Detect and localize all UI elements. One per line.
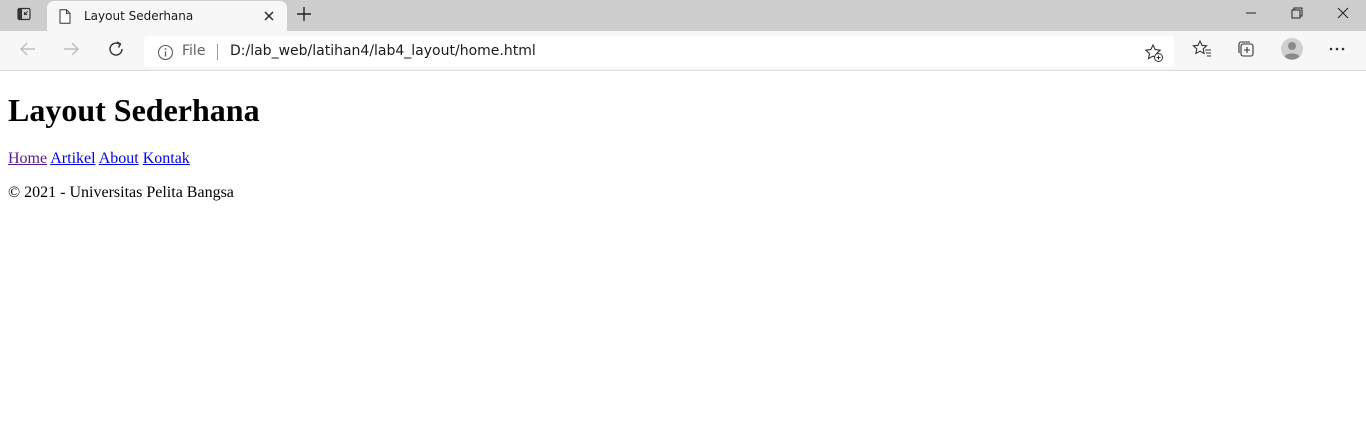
nav-link-about[interactable]: About <box>99 150 139 167</box>
site-info-label: File <box>182 43 206 59</box>
tab-actions-button[interactable] <box>8 4 40 28</box>
tab-close-icon[interactable] <box>261 8 277 24</box>
page-icon <box>57 7 73 25</box>
address-bar[interactable]: File D:/lab_web/latihan4/lab4_layout/hom… <box>144 36 1174 67</box>
address-separator <box>217 44 218 60</box>
page-content: Layout Sederhana Home Artikel About Kont… <box>0 71 1366 426</box>
tab-active[interactable]: Layout Sederhana <box>47 1 287 31</box>
more-icon <box>1328 40 1346 63</box>
window-close-button[interactable] <box>1320 0 1366 30</box>
tab-title: Layout Sederhana <box>84 9 194 23</box>
nav-link-kontak[interactable]: Kontak <box>143 150 190 167</box>
forward-icon <box>62 40 80 63</box>
forward-button[interactable] <box>55 35 87 67</box>
add-favorite-icon[interactable] <box>1143 42 1165 64</box>
back-icon <box>19 40 37 63</box>
page-heading: Layout Sederhana <box>8 92 260 128</box>
minimize-button[interactable] <box>1228 0 1274 30</box>
restore-button[interactable] <box>1274 0 1320 30</box>
profile-button[interactable] <box>1276 35 1308 67</box>
more-button[interactable] <box>1321 35 1353 67</box>
collections-icon <box>1236 39 1256 64</box>
page-footer: © 2021 - Universitas Pelita Bangsa <box>8 184 234 201</box>
close-icon <box>1337 6 1349 24</box>
plus-icon <box>296 6 312 27</box>
restore-icon <box>1291 6 1303 24</box>
tab-actions-icon <box>16 6 32 27</box>
info-icon[interactable] <box>156 43 174 61</box>
nav-link-home[interactable]: Home <box>8 150 47 167</box>
refresh-icon <box>107 40 125 63</box>
refresh-button[interactable] <box>100 35 132 67</box>
favorites-button[interactable] <box>1186 35 1218 67</box>
new-tab-button[interactable] <box>292 4 316 28</box>
tab-strip: Layout Sederhana <box>0 0 1366 31</box>
collections-button[interactable] <box>1230 35 1262 67</box>
browser-toolbar: File D:/lab_web/latihan4/lab4_layout/hom… <box>0 31 1366 71</box>
back-button[interactable] <box>12 35 44 67</box>
nav-link-artikel[interactable]: Artikel <box>50 150 95 167</box>
main-nav: Home Artikel About Kontak <box>8 149 190 169</box>
profile-icon <box>1280 37 1304 66</box>
minimize-icon <box>1245 6 1257 24</box>
favorites-icon <box>1192 39 1212 64</box>
url-text[interactable]: D:/lab_web/latihan4/lab4_layout/home.htm… <box>230 43 536 59</box>
